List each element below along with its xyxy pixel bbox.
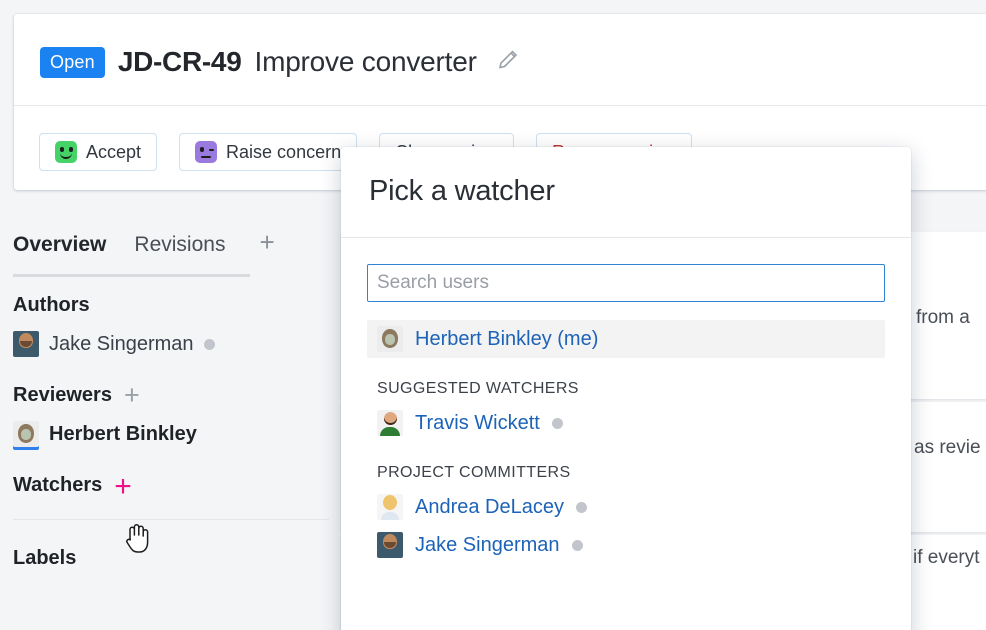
app-root: Open JD-CR-49 Improve converter Accept R… bbox=[0, 0, 986, 630]
avatar bbox=[377, 494, 403, 520]
issue-title-row: Open JD-CR-49 Improve converter bbox=[40, 40, 520, 84]
list-item[interactable]: Jake Singerman bbox=[367, 526, 885, 564]
background-text-line-3: if everyt bbox=[913, 547, 980, 568]
presence-dot-icon bbox=[203, 338, 215, 350]
user-name: Herbert Binkley (me) bbox=[415, 327, 599, 350]
page-title: Improve converter bbox=[254, 46, 477, 77]
search-input[interactable] bbox=[367, 264, 885, 302]
smiley-purple-icon bbox=[195, 141, 218, 163]
dialog-title: Pick a watcher bbox=[369, 175, 555, 207]
list-item[interactable]: Herbert Binkley (me) bbox=[367, 320, 885, 358]
avatar bbox=[13, 421, 39, 447]
sidebar-tabs: Overview Revisions + bbox=[0, 229, 341, 277]
group-label-suggested-watchers: SUGGESTED WATCHERS bbox=[377, 380, 579, 397]
user-name: Jake Singerman bbox=[415, 533, 560, 556]
labels-section-title: Labels bbox=[13, 547, 341, 570]
list-item[interactable]: Andrea DeLacey bbox=[367, 488, 885, 526]
authors-section-title: Authors bbox=[13, 294, 341, 317]
add-revision-icon[interactable]: + bbox=[259, 229, 274, 255]
header-divider bbox=[14, 105, 986, 106]
avatar bbox=[13, 331, 39, 357]
raise-concern-button[interactable]: Raise concern bbox=[179, 133, 358, 171]
accept-button[interactable]: Accept bbox=[39, 133, 158, 171]
reviewer-row[interactable]: Herbert Binkley bbox=[13, 421, 341, 447]
pencil-icon[interactable] bbox=[496, 48, 520, 77]
group-label-project-committers: PROJECT COMMITTERS bbox=[377, 464, 571, 481]
watchers-section-title: Watchers + bbox=[13, 471, 341, 501]
reviewer-name: Herbert Binkley bbox=[49, 422, 197, 445]
smiley-green-icon bbox=[55, 141, 77, 163]
status-badge: Open bbox=[40, 46, 105, 78]
author-name: Jake Singerman bbox=[49, 332, 194, 355]
add-watcher-icon[interactable]: + bbox=[114, 471, 132, 501]
sidebar-divider bbox=[13, 519, 329, 520]
pick-a-watcher-dialog: Pick a watcher Herbert Binkley (me) SUGG… bbox=[341, 147, 911, 630]
avatar bbox=[377, 326, 403, 352]
user-name: Andrea DeLacey bbox=[415, 495, 564, 518]
watchers-label: Watchers bbox=[13, 474, 103, 496]
sidebar: Overview Revisions + Authors Jake Singer… bbox=[0, 229, 341, 570]
user-name: Travis Wickett bbox=[415, 411, 540, 434]
issue-id: JD-CR-49 bbox=[117, 46, 242, 77]
tab-overview[interactable]: Overview bbox=[13, 233, 106, 267]
reviewers-label: Reviewers bbox=[13, 384, 112, 406]
presence-dot-icon bbox=[571, 539, 583, 551]
list-item[interactable]: Travis Wickett bbox=[367, 404, 885, 442]
user-list: Herbert Binkley (me) SUGGESTED WATCHERS … bbox=[341, 302, 911, 564]
add-reviewer-icon[interactable]: + bbox=[124, 382, 140, 409]
background-text-line-2: as revie bbox=[914, 437, 981, 458]
tab-revisions[interactable]: Revisions bbox=[134, 233, 225, 267]
tab-underline bbox=[13, 274, 250, 277]
presence-dot-icon bbox=[575, 501, 587, 513]
raise-concern-button-label: Raise concern bbox=[226, 141, 342, 162]
authors-label: Authors bbox=[13, 294, 90, 316]
accept-button-label: Accept bbox=[86, 141, 142, 162]
presence-dot-icon bbox=[551, 417, 563, 429]
avatar bbox=[377, 410, 403, 436]
labels-label: Labels bbox=[13, 547, 77, 569]
author-row[interactable]: Jake Singerman bbox=[13, 331, 341, 357]
avatar bbox=[377, 532, 403, 558]
search-field-wrapper bbox=[341, 238, 911, 302]
reviewers-section-title: Reviewers + bbox=[13, 382, 341, 409]
